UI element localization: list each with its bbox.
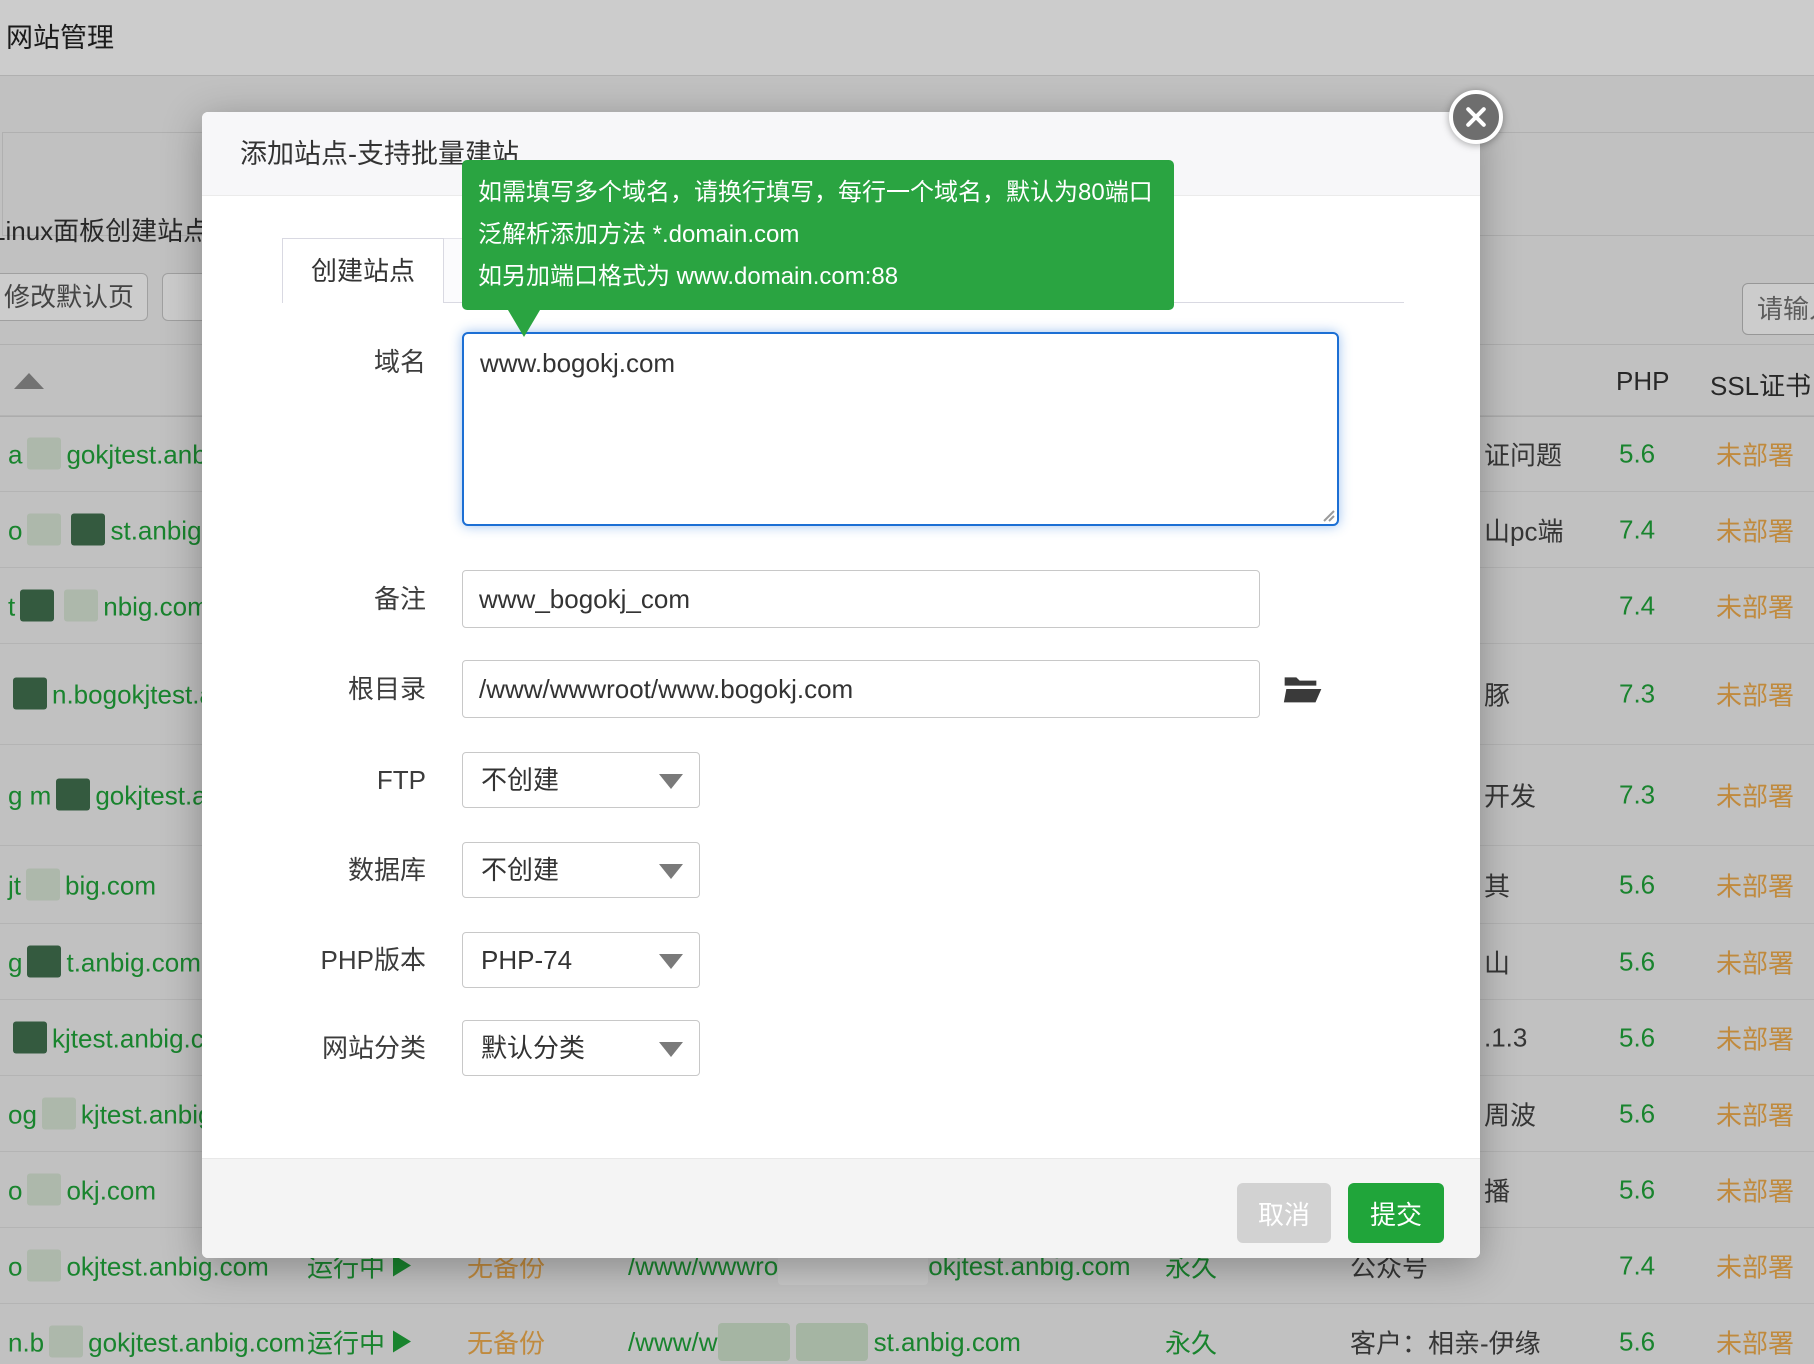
remark-input[interactable] xyxy=(462,570,1260,628)
php-version-select[interactable]: PHP-74 xyxy=(462,932,700,988)
add-site-modal: 添加站点-支持批量建站 创建站点 如需填写多个域名，请换行填写，每行一个域名，默… xyxy=(202,112,1480,1258)
ftp-select[interactable]: 不创建 xyxy=(462,752,700,808)
domain-field-wrap: www.bogokj.com xyxy=(462,332,1339,526)
root-dir-label: 根目录 xyxy=(202,660,426,718)
cancel-button[interactable]: 取消 xyxy=(1237,1183,1331,1243)
database-select-value: 不创建 xyxy=(481,855,559,885)
php-version-label: PHP版本 xyxy=(202,932,426,988)
php-version-select-value: PHP-74 xyxy=(481,945,572,975)
tab-create-site[interactable]: 创建站点 xyxy=(282,238,444,303)
database-label: 数据库 xyxy=(202,842,426,898)
chevron-down-icon xyxy=(659,954,683,969)
tooltip-line: 泛解析添加方法 *.domain.com xyxy=(478,214,1158,256)
submit-button[interactable]: 提交 xyxy=(1348,1183,1444,1243)
tooltip-line: 如需填写多个域名，请换行填写，每行一个域名，默认为80端口 xyxy=(478,172,1158,214)
root-dir-input[interactable] xyxy=(462,660,1260,718)
tooltip-line: 如另加端口格式为 www.domain.com:88 xyxy=(478,256,1158,298)
close-icon[interactable] xyxy=(1449,90,1503,144)
remark-label: 备注 xyxy=(202,570,426,628)
site-category-select-value: 默认分类 xyxy=(481,1033,585,1063)
chevron-down-icon xyxy=(659,864,683,879)
ftp-label: FTP xyxy=(202,752,426,808)
site-category-select[interactable]: 默认分类 xyxy=(462,1020,700,1076)
ftp-select-value: 不创建 xyxy=(481,765,559,795)
database-select[interactable]: 不创建 xyxy=(462,842,700,898)
chevron-down-icon xyxy=(659,1042,683,1057)
screen: 网站管理 用Linux面板创建站点 修改默认页 默认 PHP SSL证书 ago… xyxy=(0,0,1814,1364)
folder-picker-icon[interactable] xyxy=(1283,672,1323,708)
modal-footer: 取消 提交 xyxy=(202,1158,1480,1258)
domain-label: 域名 xyxy=(202,332,426,392)
chevron-down-icon xyxy=(659,774,683,789)
tooltip-arrow xyxy=(508,310,540,337)
site-category-label: 网站分类 xyxy=(202,1020,426,1076)
domain-textarea[interactable]: www.bogokj.com xyxy=(462,332,1339,526)
resize-grip-icon[interactable] xyxy=(1319,506,1335,522)
domain-tooltip: 如需填写多个域名，请换行填写，每行一个域名，默认为80端口 泛解析添加方法 *.… xyxy=(462,160,1174,310)
